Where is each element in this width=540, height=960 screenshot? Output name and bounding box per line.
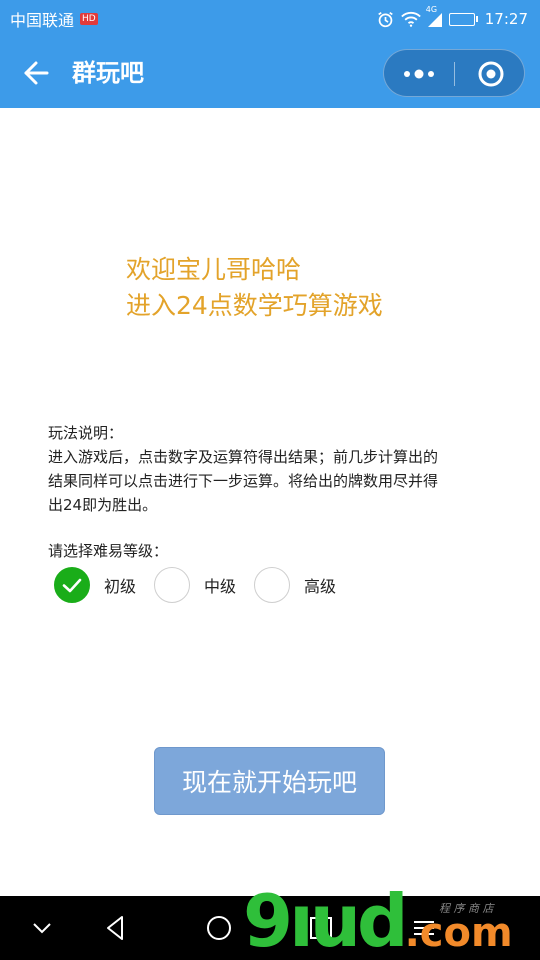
alarm-icon	[377, 11, 394, 28]
carrier-name: 中国联通	[10, 11, 75, 30]
close-mini-program-button[interactable]	[455, 50, 525, 98]
rules-line-1: 进入游戏后，点击数字及运算符得出结果；前几步计算出的	[48, 448, 439, 466]
difficulty-label: 请选择难易等级：	[48, 542, 169, 560]
recent-apps-square-icon[interactable]	[305, 912, 337, 944]
level-option-advanced[interactable]: 高级	[254, 567, 336, 603]
home-circle-icon[interactable]	[203, 912, 235, 944]
carrier-badge: HD	[80, 13, 98, 25]
level-radio-beginner[interactable]	[54, 567, 90, 603]
rules-title: 玩法说明：	[48, 424, 124, 442]
difficulty-options: 初级 中级 高级	[54, 567, 354, 603]
status-right: 4G 17:27	[377, 5, 528, 28]
level-option-beginner[interactable]: 初级	[54, 567, 136, 603]
welcome-line-1: 欢迎宝儿哥哈哈	[126, 255, 302, 284]
battery-icon	[448, 12, 478, 26]
mini-program-capsule	[383, 49, 525, 97]
level-radio-advanced[interactable]	[254, 567, 291, 603]
status-time: 17:27	[484, 10, 528, 28]
nav-bar: 群玩吧	[0, 38, 540, 108]
level-label-advanced: 高级	[304, 577, 337, 596]
wifi-icon	[400, 11, 421, 27]
status-left: 中国联通 HD	[10, 7, 98, 31]
page-title: 群玩吧	[72, 59, 144, 87]
menu-lines-icon[interactable]	[408, 912, 440, 944]
check-icon	[62, 578, 82, 593]
back-triangle-icon[interactable]	[100, 912, 132, 944]
more-dots-icon	[404, 69, 434, 79]
back-arrow-icon[interactable]	[22, 59, 50, 87]
level-option-intermediate[interactable]: 中级	[154, 567, 236, 603]
more-button[interactable]	[384, 50, 454, 98]
welcome-message: 欢迎宝儿哥哈哈 进入24点数学巧算游戏	[126, 252, 506, 324]
start-game-button[interactable]: 现在就开始玩吧	[154, 747, 385, 815]
android-navigation-bar	[0, 896, 540, 960]
level-label-intermediate: 中级	[204, 577, 237, 596]
network-type: 4G	[425, 5, 438, 14]
rules-line-2: 结果同样可以点击进行下一步运算。将给出的牌数用尽并得	[48, 472, 439, 490]
rules-line-3: 出24即为胜出。	[48, 496, 158, 514]
close-target-icon	[478, 61, 504, 87]
rules-description: 进入游戏后，点击数字及运算符得出结果；前几步计算出的 结果同样可以点击进行下一步…	[48, 445, 488, 517]
welcome-line-2: 进入24点数学巧算游戏	[126, 291, 383, 320]
signal-icon: 4G	[426, 5, 442, 27]
level-radio-intermediate[interactable]	[154, 567, 191, 603]
hide-keyboard-chevron-icon[interactable]	[26, 912, 58, 944]
status-bar: 中国联通 HD 4G 17:27	[0, 0, 540, 38]
level-label-beginner: 初级	[104, 577, 137, 596]
